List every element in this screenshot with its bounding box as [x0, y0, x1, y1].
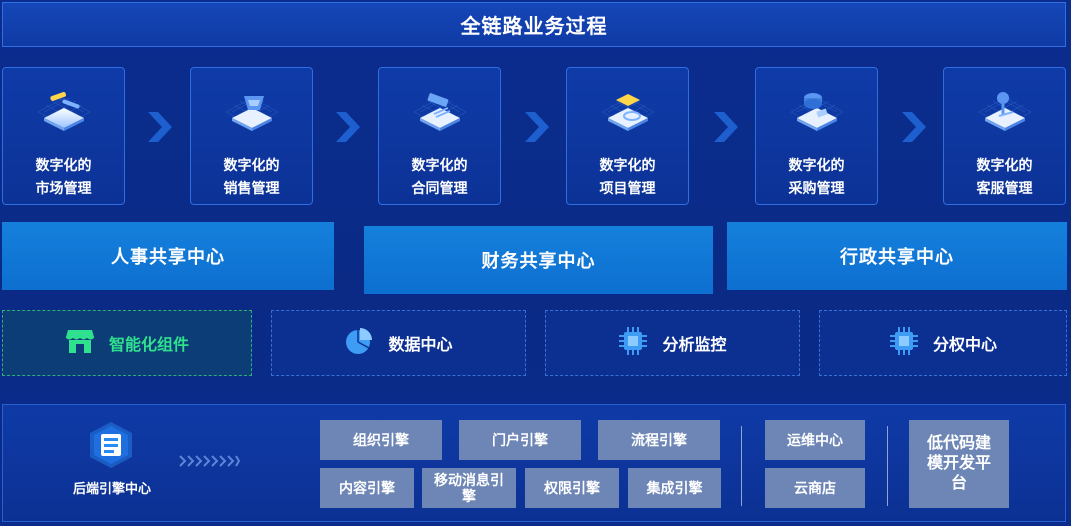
market-icon [32, 82, 96, 140]
process-card-market[interactable]: 数字化的 市场管理 [2, 67, 125, 205]
lowcode-platform-button[interactable]: 低代码建模开发平台 [909, 420, 1009, 508]
cloud-store-button[interactable]: 云商店 [765, 468, 865, 508]
ops-center-button[interactable]: 运维中心 [765, 420, 865, 460]
engine-center-title: 后端引擎中心 [72, 481, 151, 496]
process-card-label: 数字化的 合同管理 [411, 157, 468, 196]
component-label: 分权中心 [932, 337, 997, 354]
shared-center-finance[interactable]: 财务共享中心 [364, 226, 713, 294]
component-monitoring[interactable]: 分析监控 [545, 310, 800, 376]
process-card-label: 数字化的 项目管理 [599, 157, 656, 196]
component-smart[interactable]: 智能化组件 [2, 310, 252, 376]
arrows-right-icon [178, 454, 241, 468]
page-title: 全链路业务过程 [2, 2, 1066, 47]
chevron-right-icon [521, 110, 551, 144]
engine-permission-button[interactable]: 权限引擎 [525, 468, 619, 508]
component-authorization[interactable]: 分权中心 [819, 310, 1067, 376]
component-label: 智能化组件 [108, 337, 189, 354]
chip-icon [618, 326, 648, 361]
chip-icon [889, 326, 919, 361]
engine-integration-button[interactable]: 集成引擎 [628, 468, 721, 508]
shared-center-label: 财务共享中心 [481, 251, 596, 271]
chevron-right-icon [898, 110, 928, 144]
chevron-right-icon [710, 110, 740, 144]
component-data-center[interactable]: 数据中心 [271, 310, 526, 376]
server-icon [86, 420, 136, 470]
component-label: 数据中心 [388, 337, 453, 354]
divider [887, 426, 888, 506]
process-card-label: 数字化的 采购管理 [788, 157, 845, 196]
store-icon [65, 326, 95, 361]
chevron-right-icon [332, 110, 362, 144]
engine-mobile-message-button[interactable]: 移动消息引擎 [422, 468, 516, 508]
pie-chart-icon [344, 326, 374, 361]
page-title-text: 全链路业务过程 [460, 16, 608, 38]
engine-portal-button[interactable]: 门户引擎 [459, 420, 581, 460]
process-card-procurement[interactable]: 数字化的 采购管理 [755, 67, 878, 205]
divider [741, 426, 742, 506]
procurement-icon [785, 82, 849, 140]
contract-icon [408, 82, 472, 140]
project-icon [596, 82, 660, 140]
engine-content-button[interactable]: 内容引擎 [320, 468, 414, 508]
process-card-sales[interactable]: 数字化的 销售管理 [190, 67, 313, 205]
process-card-customer-service[interactable]: 数字化的 客服管理 [943, 67, 1066, 205]
shared-center-label: 行政共享中心 [840, 247, 954, 267]
engine-org-button[interactable]: 组织引擎 [320, 420, 442, 460]
shared-center-admin[interactable]: 行政共享中心 [727, 222, 1067, 290]
component-label: 分析监控 [662, 337, 727, 354]
chevron-right-icon [144, 110, 174, 144]
sales-icon [220, 82, 284, 140]
process-card-label: 数字化的 销售管理 [223, 157, 280, 196]
customer-service-icon [973, 82, 1037, 140]
process-card-label: 数字化的 客服管理 [976, 157, 1033, 196]
process-card-project[interactable]: 数字化的 项目管理 [566, 67, 689, 205]
process-card-label: 数字化的 市场管理 [35, 157, 92, 196]
process-card-contract[interactable]: 数字化的 合同管理 [378, 67, 501, 205]
shared-center-label: 人事共享中心 [111, 247, 225, 267]
engine-workflow-button[interactable]: 流程引擎 [598, 420, 720, 460]
shared-center-hr[interactable]: 人事共享中心 [2, 222, 334, 290]
